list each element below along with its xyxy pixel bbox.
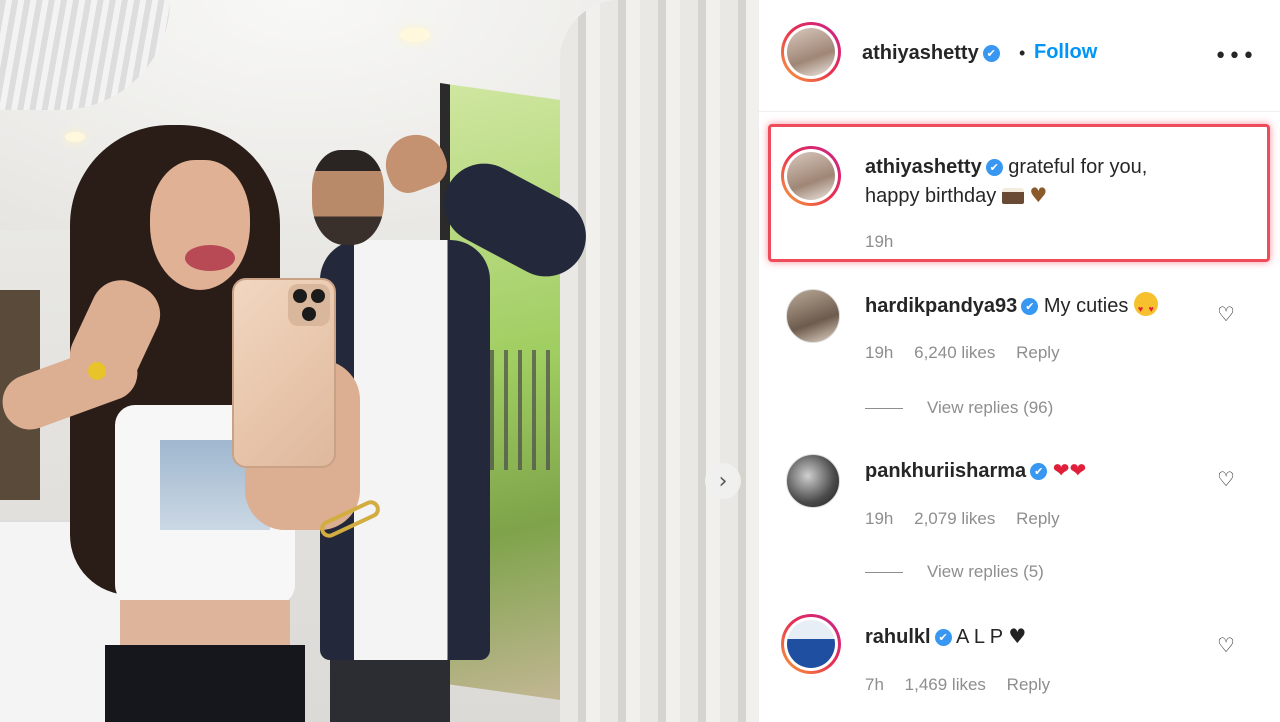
view-replies-button[interactable]: View replies (96) bbox=[865, 398, 1053, 418]
man-head bbox=[312, 150, 384, 245]
view-replies-button[interactable]: View replies (5) bbox=[865, 562, 1044, 582]
red-hearts-icon: ❤❤ bbox=[1052, 458, 1087, 482]
reply-button[interactable]: Reply bbox=[1016, 343, 1059, 362]
caption-time[interactable]: 19h bbox=[865, 232, 893, 251]
divider-line bbox=[865, 571, 903, 573]
comment-username[interactable]: pankhuriisharma bbox=[865, 460, 1026, 482]
comment-text: rahulkl ✔ A L P ♥ bbox=[865, 622, 1026, 651]
chevron-right-icon: › bbox=[718, 468, 728, 494]
more-options-icon[interactable]: ••• bbox=[1214, 44, 1256, 69]
woman-mouth bbox=[185, 245, 235, 271]
post-author[interactable]: athiyashetty ✔ bbox=[862, 42, 1000, 65]
comment-meta: 7h 1,469 likes Reply bbox=[865, 675, 1066, 695]
comment-body: My cuties bbox=[1043, 295, 1129, 317]
view-replies-label: View replies (5) bbox=[927, 562, 1044, 581]
comment-meta: 19h 2,079 likes Reply bbox=[865, 509, 1076, 529]
comment-avatar[interactable] bbox=[786, 454, 840, 508]
comment-username[interactable]: hardikpandya93 bbox=[865, 295, 1017, 317]
verified-icon: ✔ bbox=[982, 45, 1000, 63]
comment-text: hardikpandya93 ✔ My cuties bbox=[865, 292, 1158, 323]
comment-avatar[interactable] bbox=[781, 614, 841, 674]
comment-time[interactable]: 19h bbox=[865, 343, 893, 362]
like-heart-icon[interactable]: ♡ bbox=[1214, 633, 1238, 657]
caption-meta: 19h bbox=[865, 232, 909, 252]
follow-button[interactable]: Follow bbox=[1034, 41, 1097, 64]
verified-icon: ✔ bbox=[1030, 463, 1048, 481]
woman-waist bbox=[120, 600, 290, 650]
comment-likes[interactable]: 2,079 likes bbox=[914, 509, 995, 528]
ceiling-light bbox=[400, 28, 430, 42]
ring bbox=[88, 362, 106, 380]
comment-likes[interactable]: 6,240 likes bbox=[914, 343, 995, 362]
like-heart-icon[interactable]: ♡ bbox=[1214, 302, 1238, 326]
username[interactable]: athiyashetty bbox=[862, 42, 979, 64]
comment-time[interactable]: 7h bbox=[865, 675, 884, 694]
caption-text: athiyashetty ✔ grateful for you, happy bi… bbox=[865, 153, 1245, 210]
brown-heart-icon: ♥ bbox=[1029, 183, 1048, 207]
phone-camera bbox=[288, 284, 330, 326]
verified-icon: ✔ bbox=[985, 159, 1003, 177]
ceiling-light bbox=[65, 132, 85, 142]
cake-emoji-icon bbox=[1001, 188, 1024, 204]
comment-time[interactable]: 19h bbox=[865, 509, 893, 528]
curtain bbox=[560, 0, 758, 722]
caption-avatar[interactable] bbox=[781, 146, 841, 206]
verified-icon: ✔ bbox=[1021, 298, 1039, 316]
comment-username[interactable]: rahulkl bbox=[865, 626, 931, 648]
next-photo-button[interactable]: › bbox=[705, 463, 741, 499]
woman-face bbox=[150, 160, 250, 290]
comments-panel: athiyashetty ✔ • Follow ••• athiyashetty ✔… bbox=[758, 0, 1280, 722]
caption-line-2: happy birthday bbox=[865, 185, 997, 207]
view-replies-label: View replies (96) bbox=[927, 398, 1054, 417]
comment-text: pankhuriisharma ✔ ❤❤ bbox=[865, 456, 1086, 485]
caption-username[interactable]: athiyashetty bbox=[865, 156, 982, 178]
avatar[interactable] bbox=[781, 22, 841, 82]
heart-eyes-emoji-icon bbox=[1133, 292, 1158, 323]
reply-button[interactable]: Reply bbox=[1016, 509, 1059, 528]
black-heart-icon: ♥ bbox=[1008, 624, 1027, 648]
comment-body: A L P bbox=[956, 626, 1003, 648]
post-photo[interactable]: › bbox=[0, 0, 758, 722]
divider-line bbox=[865, 407, 903, 409]
like-heart-icon[interactable]: ♡ bbox=[1214, 467, 1238, 491]
reply-button[interactable]: Reply bbox=[1007, 675, 1050, 694]
comment-avatar[interactable] bbox=[786, 289, 840, 343]
verified-icon: ✔ bbox=[934, 629, 952, 647]
woman-pants bbox=[105, 645, 305, 722]
comment-likes[interactable]: 1,469 likes bbox=[905, 675, 986, 694]
comment-meta: 19h 6,240 likes Reply bbox=[865, 343, 1076, 363]
separator-dot: • bbox=[1019, 43, 1026, 63]
post-header: athiyashetty ✔ • Follow ••• bbox=[759, 0, 1280, 112]
caption-line-1: grateful for you, bbox=[1008, 156, 1148, 178]
